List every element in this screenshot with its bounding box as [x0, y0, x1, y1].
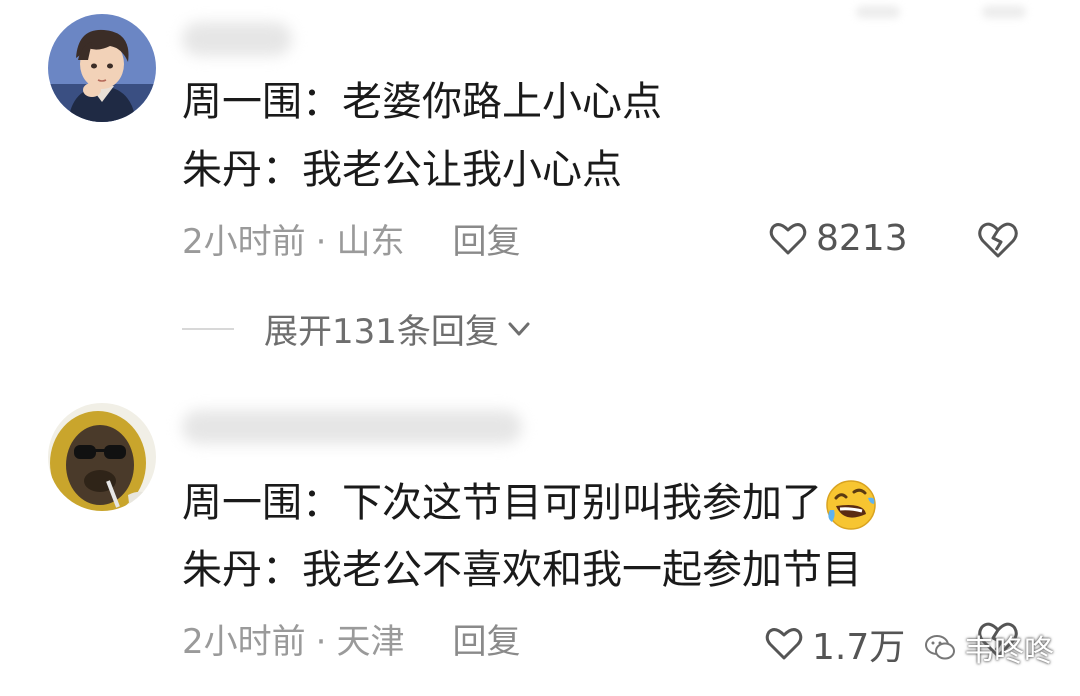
watermark-text: 韦咚咚	[964, 634, 1054, 669]
divider	[182, 327, 234, 330]
top-blur-1	[856, 6, 900, 18]
avatar[interactable]	[48, 14, 156, 122]
broken-heart-icon[interactable]	[976, 218, 1020, 262]
comment-line: 周一围：老婆你路上小心点	[182, 79, 662, 125]
top-blur-2	[982, 6, 1026, 18]
meta-separator: ·	[315, 222, 327, 262]
comment-meta: 2小时前 · 天津 回复	[182, 622, 520, 662]
chevron-down-icon	[508, 322, 530, 335]
like-button[interactable]: 1.7万	[764, 618, 905, 670]
expand-replies-label: 展开131条回复	[264, 312, 499, 352]
heart-outline-icon	[769, 222, 807, 254]
avatar-illustration-monkey	[48, 403, 156, 511]
comment-meta: 2小时前 · 山东 回复	[182, 222, 520, 262]
timestamp: 2小时前	[182, 222, 306, 262]
heart-outline-icon	[765, 628, 803, 660]
reply-button[interactable]: 回复	[452, 622, 520, 662]
comment-text: 周一围：下次这节目可别叫我参加了	[182, 480, 822, 526]
location: 天津	[336, 622, 405, 662]
location: 山东	[336, 222, 405, 262]
watermark: 韦咚咚	[924, 626, 1054, 670]
comment-line: 朱丹：我老公不喜欢和我一起参加节目	[182, 547, 862, 593]
blurred-username	[182, 410, 522, 444]
comment-line: 朱丹：我老公让我小心点	[182, 147, 622, 193]
meta-separator: ·	[315, 622, 327, 662]
reply-button[interactable]: 回复	[452, 222, 520, 262]
timestamp: 2小时前	[182, 622, 306, 662]
avatar[interactable]	[48, 403, 156, 511]
expand-replies-button[interactable]: 展开131条回复	[182, 304, 533, 353]
like-button[interactable]: 8213	[768, 218, 908, 259]
blurred-username	[182, 22, 292, 56]
rolling-laughing-emoji	[826, 480, 876, 530]
avatar-illustration-boy	[48, 14, 156, 122]
like-count: 1.7万	[812, 627, 906, 668]
comment-line: 周一围：下次这节目可别叫我参加了	[182, 478, 878, 532]
like-count: 8213	[816, 218, 908, 259]
wechat-icon	[925, 635, 955, 660]
